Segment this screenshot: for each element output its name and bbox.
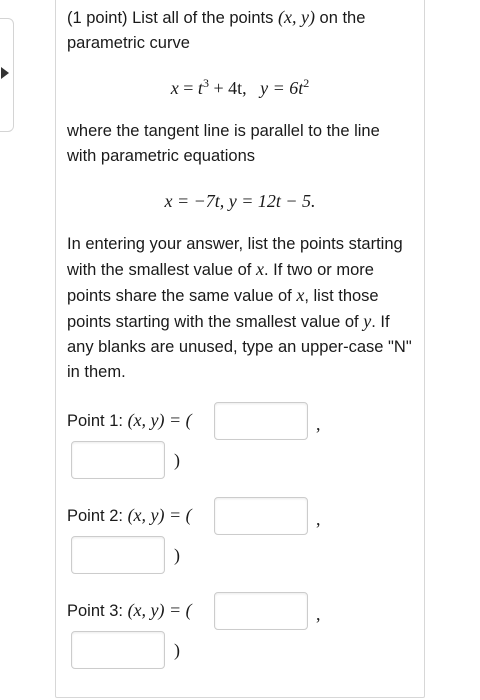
problem-intro: (1 point) List all of the points (x, y) … <box>67 5 412 56</box>
point-1-close-paren: ) <box>174 450 180 470</box>
curve-y-eq: y = 6t <box>260 78 304 98</box>
instructions-x: x <box>255 259 264 279</box>
point-2-comma: , <box>316 509 321 529</box>
tangent-text: where the tangent line is parallel to th… <box>67 122 380 165</box>
intro-xy-math: (x, y) <box>277 7 315 27</box>
point-3-y-input[interactable] <box>71 631 165 669</box>
collapse-tab[interactable] <box>0 18 14 132</box>
intro-text: (1 point) List all of the points <box>67 9 274 27</box>
point-3-label: Point 3: (x, y) = ( <box>67 599 192 622</box>
point-1-y-input[interactable] <box>71 441 165 479</box>
point-1-title: Point 1: <box>67 412 123 430</box>
point-1-x-input[interactable] <box>214 402 308 440</box>
point-2-label: Point 2: (x, y) = ( <box>67 504 192 527</box>
point-1-xy: (x, y) = ( <box>127 410 192 430</box>
point-3-x-input[interactable] <box>214 592 308 630</box>
point-3-close-paren: ) <box>174 640 180 660</box>
point-3-title: Point 3: <box>67 602 123 620</box>
line-equation: x = −7t, y = 12t − 5. <box>55 189 425 213</box>
point-2-title: Point 2: <box>67 507 123 525</box>
instructions: In entering your answer, list the points… <box>67 232 412 385</box>
point-2-x-input[interactable] <box>214 497 308 535</box>
curve-x-rest: + 4t, <box>213 78 247 98</box>
curve-equation: x = t3 + 4t, y = 6t2 <box>170 76 310 98</box>
play-arrow-icon[interactable] <box>1 67 9 79</box>
curve-x-exponent: 3 <box>202 76 209 90</box>
point-2-y-input[interactable] <box>71 536 165 574</box>
point-2-close-paren: ) <box>174 545 180 565</box>
point-3-xy: (x, y) = ( <box>127 600 192 620</box>
point-3-comma: , <box>316 604 321 624</box>
point-1-label: Point 1: (x, y) = ( <box>67 409 192 432</box>
curve-y-exponent: 2 <box>303 76 310 90</box>
curve-x-var: x <box>170 78 179 98</box>
point-1-comma: , <box>316 414 321 434</box>
line-equation-text: x = −7t, y = 12t − 5. <box>164 191 316 211</box>
point-2-xy: (x, y) = ( <box>127 505 192 525</box>
